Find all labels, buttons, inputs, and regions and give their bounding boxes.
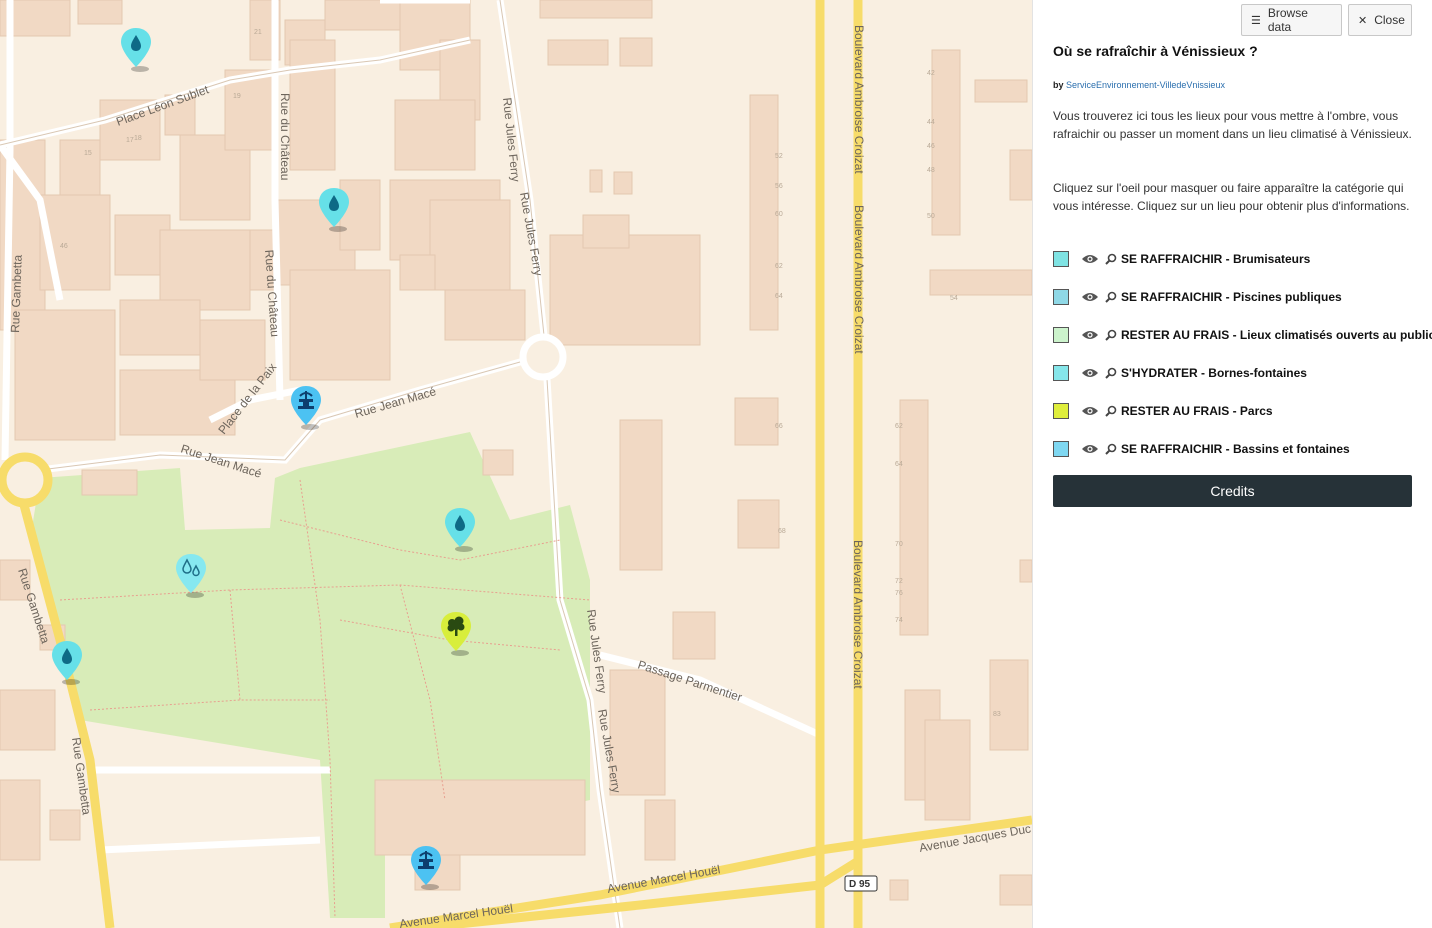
roundabout-jules-ferry <box>519 333 567 381</box>
svg-text:56: 56 <box>775 183 783 190</box>
author-line: by ServiceEnvironnement-VilledeVnissieux <box>1053 80 1225 90</box>
eye-icon[interactable] <box>1081 291 1099 303</box>
zoom-icon[interactable] <box>1105 329 1117 341</box>
svg-text:62: 62 <box>775 263 783 270</box>
layer-color-swatch[interactable] <box>1053 327 1069 343</box>
marker-water-drop[interactable] <box>51 640 83 685</box>
marker-water-drop[interactable] <box>318 187 350 232</box>
svg-text:52: 52 <box>775 153 783 160</box>
eye-icon[interactable] <box>1081 443 1099 455</box>
layer-label: RESTER AU FRAIS - Parcs <box>1121 404 1273 418</box>
zoom-icon[interactable] <box>1105 367 1117 379</box>
author-link[interactable]: ServiceEnvironnement-VilledeVnissieux <box>1066 80 1225 90</box>
marker-water-drop[interactable] <box>444 507 476 552</box>
eye-icon[interactable] <box>1081 405 1099 417</box>
layer-label: SE RAFFRAICHIR - Piscines publiques <box>1121 290 1342 304</box>
svg-text:D 95: D 95 <box>849 879 871 890</box>
svg-text:62: 62 <box>895 423 903 430</box>
svg-text:74: 74 <box>895 617 903 624</box>
layer-color-swatch[interactable] <box>1053 289 1069 305</box>
zoom-icon[interactable] <box>1105 443 1117 455</box>
map-canvas[interactable]: Place Léon Sublet Rue du Château Rue du … <box>0 0 1032 928</box>
by-label: by <box>1053 80 1064 90</box>
eye-icon[interactable] <box>1081 367 1099 379</box>
zoom-icon[interactable] <box>1105 291 1117 303</box>
layer-color-swatch[interactable] <box>1053 441 1069 457</box>
credits-button[interactable]: Credits <box>1053 475 1412 507</box>
eye-icon[interactable] <box>1081 329 1099 341</box>
close-button[interactable]: ✕ Close <box>1348 4 1412 36</box>
svg-text:72: 72 <box>895 578 903 585</box>
svg-text:19: 19 <box>233 93 241 100</box>
layer-color-swatch[interactable] <box>1053 403 1069 419</box>
svg-text:46: 46 <box>60 243 68 250</box>
road-shield-d95: D 95 <box>844 875 878 892</box>
marker-fountain[interactable] <box>410 845 442 890</box>
svg-text:44: 44 <box>927 119 935 126</box>
layer-label: SE RAFFRAICHIR - Brumisateurs <box>1121 252 1311 266</box>
credits-label: Credits <box>1210 483 1255 499</box>
svg-text:64: 64 <box>895 461 903 468</box>
description-paragraph-2: Cliquez sur l'oeil pour masquer ou faire… <box>1053 181 1410 213</box>
svg-text:18: 18 <box>134 135 142 142</box>
marker-tree[interactable] <box>440 611 472 656</box>
svg-text:64: 64 <box>775 293 783 300</box>
svg-text:68: 68 <box>778 528 786 535</box>
marker-fountain[interactable] <box>290 385 322 430</box>
svg-text:70: 70 <box>895 541 903 548</box>
layer-label: S'HYDRATER - Bornes-fontaines <box>1121 366 1307 380</box>
svg-text:76: 76 <box>895 590 903 597</box>
street-boulevard-croizat-2: Boulevard Ambroise Croizat <box>852 205 866 354</box>
layer-item: S'HYDRATER - Bornes-fontaines <box>1053 363 1307 383</box>
description-paragraph-1: Vous trouverez ici tous les lieux pour v… <box>1053 109 1412 141</box>
svg-text:66: 66 <box>775 423 783 430</box>
table-icon: ☰ <box>1251 14 1261 27</box>
eye-icon[interactable] <box>1081 253 1099 265</box>
street-boulevard-croizat: Boulevard Ambroise Croizat <box>852 25 866 174</box>
marker-water-drop[interactable] <box>120 27 152 72</box>
zoom-icon[interactable] <box>1105 405 1117 417</box>
layer-item: SE RAFFRAICHIR - Bassins et fontaines <box>1053 439 1350 459</box>
layer-color-swatch[interactable] <box>1053 365 1069 381</box>
street-boulevard-croizat-3: Boulevard Ambroise Croizat <box>851 540 865 689</box>
svg-text:42: 42 <box>927 70 935 77</box>
layer-item: RESTER AU FRAIS - Parcs <box>1053 401 1273 421</box>
street-rue-gambetta: Rue Gambetta <box>8 254 25 333</box>
layer-item: SE RAFFRAICHIR - Brumisateurs <box>1053 249 1310 269</box>
svg-text:54: 54 <box>950 295 958 302</box>
street-rue-du-chateau: Rue du Château <box>278 93 292 180</box>
svg-text:60: 60 <box>775 211 783 218</box>
layer-label: RESTER AU FRAIS - Lieux climatisés ouver… <box>1121 328 1432 342</box>
svg-text:15: 15 <box>84 150 92 157</box>
browse-data-button[interactable]: ☰ Browse data <box>1241 4 1342 36</box>
layer-label: SE RAFFRAICHIR - Bassins et fontaines <box>1121 442 1350 456</box>
svg-text:17: 17 <box>126 137 134 144</box>
browse-data-label: Browse data <box>1267 6 1308 34</box>
roundabout-gambetta <box>0 452 53 508</box>
side-panel: ☰ Browse data ✕ Close Où se rafraîchir à… <box>1032 0 1432 928</box>
svg-text:48: 48 <box>927 167 935 174</box>
close-label: Close <box>1374 13 1405 27</box>
layer-color-swatch[interactable] <box>1053 251 1069 267</box>
layer-item: RESTER AU FRAIS - Lieux climatisés ouver… <box>1053 325 1432 345</box>
marker-water-drops-outline[interactable] <box>175 553 207 598</box>
zoom-icon[interactable] <box>1105 253 1117 265</box>
svg-text:83: 83 <box>993 711 1001 718</box>
svg-text:46: 46 <box>927 143 935 150</box>
close-icon: ✕ <box>1358 14 1368 27</box>
panel-title: Où se rafraîchir à Vénissieux ? <box>1053 43 1258 59</box>
svg-text:50: 50 <box>927 213 935 220</box>
svg-text:21: 21 <box>254 29 262 36</box>
layer-item: SE RAFFRAICHIR - Piscines publiques <box>1053 287 1342 307</box>
map-tiles: Place Léon Sublet Rue du Château Rue du … <box>0 0 1032 928</box>
